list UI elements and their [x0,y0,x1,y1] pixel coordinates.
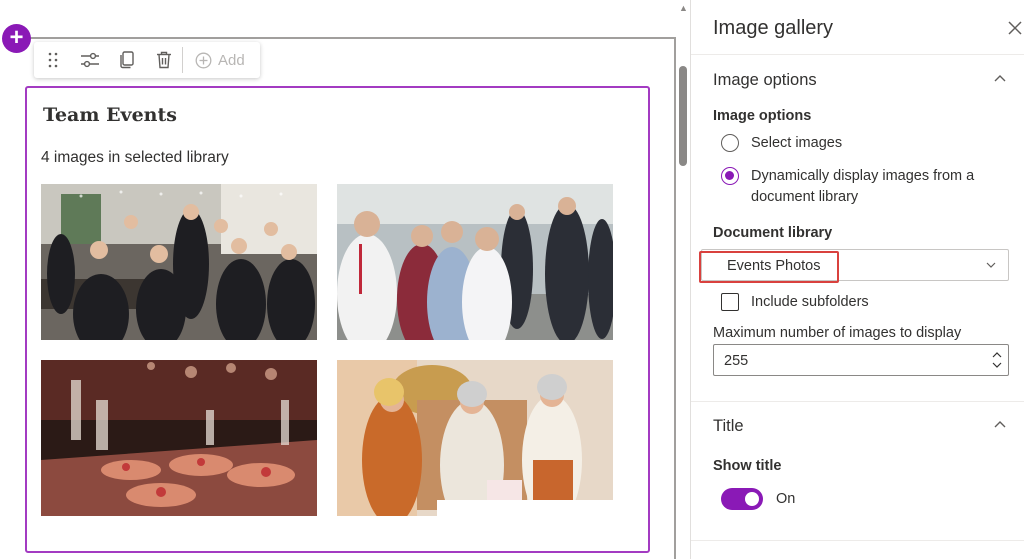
gallery-image-party-toast[interactable] [41,184,317,340]
checkbox[interactable] [721,293,739,311]
radio-button-selected[interactable] [721,167,739,185]
add-button[interactable]: Add [187,52,245,69]
toolbar-divider [182,47,183,73]
chevron-down-icon [986,262,996,268]
checkbox-label: Include subfolders [751,294,869,310]
add-circle-icon [195,52,212,68]
spin-arrows-icon[interactable] [990,348,1004,372]
page-canvas: + Add Team Events 4 images in selected l… [0,0,690,559]
chevron-up-icon[interactable] [993,419,1007,429]
section-border-right [674,37,676,559]
delete-icon[interactable] [145,42,182,78]
pane-divider [691,54,1024,55]
plus-icon: + [9,24,24,51]
max-images-input[interactable]: 255 [713,344,1009,376]
property-pane: Image gallery Image options Image option… [690,0,1024,559]
gallery-image-networking[interactable] [337,184,613,340]
edit-properties-icon[interactable] [71,42,108,78]
document-library-label: Document library [713,225,833,241]
webpart-toolbar: Add [34,42,260,78]
add-label: Add [218,51,245,69]
image-options-label: Image options [713,108,812,124]
pane-title: Image gallery [713,17,834,39]
section-border-top [30,37,675,39]
radio-label: Select images [751,135,843,151]
close-icon[interactable] [1005,18,1024,38]
highlight-box [699,251,839,283]
radio-select-images[interactable]: Select images [721,133,991,154]
image-count-text: 4 images in selected library [41,149,229,166]
gallery-image-buffet[interactable] [41,360,317,516]
gallery-image-celebration[interactable] [337,360,613,516]
group-header-title[interactable]: Title [713,417,744,436]
pane-divider [691,401,1024,402]
add-section-button[interactable]: + [2,24,31,53]
show-title-toggle[interactable] [721,488,763,510]
duplicate-icon[interactable] [108,42,145,78]
max-images-label: Maximum number of images to display [713,325,962,341]
radio-dynamic-library[interactable]: Dynamically display images from a docume… [721,166,991,208]
pane-divider [691,540,1024,541]
radio-label: Dynamically display images from a docume… [751,168,975,205]
show-title-label: Show title [713,458,782,474]
max-images-value: 255 [724,353,749,369]
scrollbar-thumb[interactable] [679,66,687,166]
group-header-image-options[interactable]: Image options [713,71,817,90]
image-gallery-webpart[interactable]: Team Events 4 images in selected library [25,86,650,553]
include-subfolders-checkbox[interactable]: Include subfolders [721,293,869,311]
drag-handle-icon[interactable] [34,42,71,78]
show-title-toggle-row[interactable]: On [721,488,795,510]
webpart-title[interactable]: Team Events [43,104,177,126]
toggle-state-text: On [776,491,796,507]
chevron-up-icon[interactable] [993,73,1007,83]
radio-button[interactable] [721,134,739,152]
scroll-up-icon[interactable]: ▲ [679,3,688,13]
